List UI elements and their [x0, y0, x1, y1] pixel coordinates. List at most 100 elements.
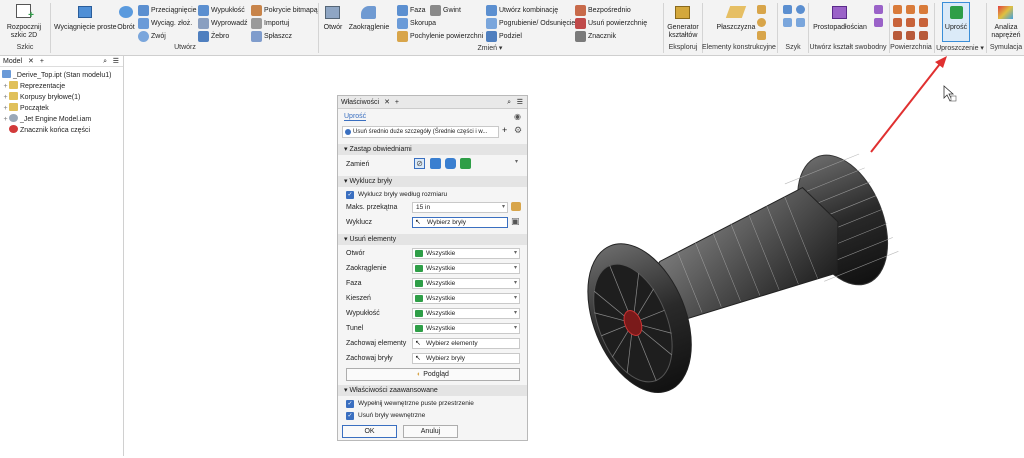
chamfer-button[interactable]: Faza — [410, 6, 426, 15]
search-icon[interactable]: ⌕ — [103, 56, 107, 67]
feature-dropdown-chamfer[interactable]: Wszystkie ▾ — [412, 278, 520, 289]
tree-item-solid-bodies[interactable]: + Korpusy bryłowe(1) — [2, 92, 80, 102]
surface-7-icon[interactable] — [893, 31, 902, 40]
section-remove[interactable]: ▾ Usuń elementy — [338, 234, 527, 245]
keep-features-select[interactable]: ↖ Wybierz elementy — [412, 338, 520, 349]
tree-item-end-of-part[interactable]: Znacznik końca części — [9, 125, 90, 135]
exclude-by-size-checkbox[interactable]: ✓ — [346, 191, 354, 199]
feature-dropdown-hole[interactable]: Wszystkie ▾ — [412, 248, 520, 259]
fillet-button[interactable]: Zaokrąglenie — [346, 2, 392, 42]
revolve-button[interactable]: Obrót — [116, 2, 136, 42]
freeform-extra-icon[interactable] — [874, 5, 883, 14]
tree-item-representations[interactable]: + Reprezentacje — [2, 81, 65, 91]
expand-icon[interactable]: + — [2, 115, 9, 124]
surface-8-icon[interactable] — [906, 31, 915, 40]
circ-pattern-icon[interactable] — [796, 5, 805, 14]
max-diagonal-input[interactable]: 15 in ▾ — [412, 202, 508, 213]
sweep-button[interactable]: Przeciągnięcie — [151, 6, 197, 15]
section-advanced[interactable]: ▾ Właściwości zaawansowane — [338, 385, 527, 396]
gear-icon[interactable]: ⚙ — [514, 125, 522, 136]
split-button[interactable]: Podziel — [499, 32, 522, 41]
bodies-icon[interactable]: ▣ — [511, 216, 520, 227]
rib-button[interactable]: Żebro — [211, 32, 229, 41]
surface-4-icon[interactable] — [893, 18, 902, 27]
ok-button[interactable]: OK — [342, 425, 397, 438]
feature-dropdown-fillet[interactable]: Wszystkie ▾ — [412, 263, 520, 274]
tree-item-root[interactable]: _Derive_Top.ipt (Stan modelu1) — [2, 70, 111, 80]
combine-button[interactable]: Utwórz kombinację — [499, 6, 558, 15]
thread-button[interactable]: Gwint — [443, 6, 461, 15]
preset-dropdown[interactable]: Usuń średnio duże szczegóły (Średnie czę… — [342, 126, 499, 138]
feature-dropdown-emboss[interactable]: Wszystkie ▾ — [412, 308, 520, 319]
expand-icon[interactable]: + — [2, 104, 9, 113]
mirror-icon[interactable] — [783, 18, 792, 27]
coil-button[interactable]: Zwój — [151, 32, 166, 41]
add-tab-icon[interactable]: + — [395, 99, 399, 106]
section-replace[interactable]: ▾ Zastąp obwiedniami — [338, 144, 527, 155]
add-preset-icon[interactable]: + — [502, 125, 507, 135]
import-button[interactable]: Importuj — [264, 19, 289, 28]
fill-voids-checkbox[interactable]: ✓ — [346, 400, 354, 408]
exclude-select-bodies[interactable]: ↖ Wybierz bryły — [412, 217, 508, 228]
browser-tab-model[interactable]: Model — [3, 58, 22, 65]
direct-icon — [575, 5, 586, 16]
remove-internal-checkbox[interactable]: ✓ — [346, 412, 354, 420]
loft-button[interactable]: Wyciąg. złoż. — [151, 19, 192, 28]
emboss-button[interactable]: Wypukłość — [211, 6, 245, 15]
chevron-down-icon[interactable]: ▾ — [515, 158, 518, 165]
stress-analysis-button[interactable]: Analiza naprężeń — [988, 2, 1024, 42]
feature-dropdown-pocket[interactable]: Wszystkie ▾ — [412, 293, 520, 304]
shell-button[interactable]: Skorupa — [410, 19, 436, 28]
hole-button[interactable]: Otwór — [320, 2, 346, 42]
direct-button[interactable]: Bezpośrednio — [588, 6, 631, 15]
surface-2-icon[interactable] — [906, 5, 915, 14]
replace-custom-icon[interactable] — [460, 158, 471, 169]
replace-box-icon[interactable] — [430, 158, 441, 169]
expand-icon[interactable]: + — [2, 93, 9, 102]
surface-9-icon[interactable] — [919, 31, 928, 40]
tree-item-origin[interactable]: + Początek — [2, 103, 49, 113]
expand-icon[interactable]: + — [2, 82, 9, 91]
surface-1-icon[interactable] — [893, 5, 902, 14]
start-sketch-button[interactable]: + Rozpocznij szkic 2D — [2, 2, 46, 42]
chevron-down-icon[interactable]: ▾ — [502, 203, 505, 212]
section-exclude[interactable]: ▾ Wyklucz bryły — [338, 176, 527, 187]
measure-icon[interactable] — [511, 202, 521, 211]
close-icon[interactable]: ✕ — [384, 99, 390, 106]
menu-icon[interactable]: ☰ — [113, 56, 119, 67]
shape-generator-button[interactable]: Generator kształtów — [665, 2, 701, 42]
surface-6-icon[interactable] — [919, 18, 928, 27]
freeform-extra-2-icon[interactable] — [874, 18, 883, 27]
keep-bodies-select[interactable]: ↖ Wybierz bryły — [412, 353, 520, 364]
freeform-box-button[interactable]: Prostopadłościan — [812, 2, 868, 42]
decal-button[interactable]: Pokrycie bitmapą — [264, 6, 318, 15]
plane-button[interactable]: Płaszczyzna — [716, 2, 756, 42]
draft-button[interactable]: Pochylenie powierzchni — [410, 32, 483, 41]
surface-5-icon[interactable] — [906, 18, 915, 27]
thicken-button[interactable]: Pogrubienie/ Odsunięcie — [499, 19, 575, 28]
jet-engine-model[interactable] — [566, 142, 915, 408]
search-icon[interactable]: ⌕ — [507, 96, 511, 109]
add-tab-icon[interactable]: + — [40, 58, 44, 65]
tree-item-assembly[interactable]: + _Jet Engine Model.iam — [2, 114, 91, 124]
surface-3-icon[interactable] — [919, 5, 928, 14]
derive-button[interactable]: Wyprowadź — [211, 19, 248, 28]
feature-dropdown-tunnel[interactable]: Wszystkie ▾ — [412, 323, 520, 334]
simplify-button[interactable]: Uprość — [942, 2, 970, 42]
cancel-button[interactable]: Anuluj — [403, 425, 458, 438]
unwrap-button[interactable]: Spłaszcz — [264, 32, 292, 41]
graphics-canvas[interactable] — [125, 56, 1024, 456]
preview-button[interactable]: ◐ Podgląd — [346, 368, 520, 381]
replace-none-icon[interactable]: ⊘ — [414, 158, 425, 169]
delete-face-button[interactable]: Usuń powierzchnię — [588, 19, 647, 28]
feature-value: Wszystkie — [426, 265, 456, 272]
visibility-icon[interactable]: ◉ — [514, 112, 521, 121]
sketch-pattern-icon[interactable] — [796, 18, 805, 27]
menu-icon[interactable]: ☰ — [517, 96, 523, 109]
extrude-button[interactable]: Wyciągnięcie proste — [54, 2, 117, 42]
rect-pattern-icon[interactable] — [783, 5, 792, 14]
replace-cylinder-icon[interactable] — [445, 158, 456, 169]
close-icon[interactable]: ✕ — [28, 58, 34, 65]
mark-button[interactable]: Znacznik — [588, 32, 616, 41]
simplify-tab[interactable]: Uprość — [344, 113, 367, 121]
